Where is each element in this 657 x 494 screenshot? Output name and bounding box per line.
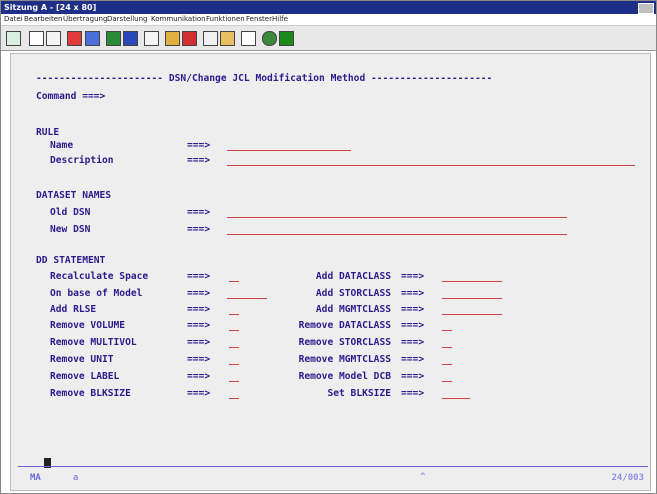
new-dsn-input[interactable] [227,234,567,235]
dd-right-arrow: ===> [401,337,425,348]
dd-right-arrow: ===> [401,288,425,299]
display-icon[interactable] [6,31,21,46]
menu-funktionen[interactable]: Funktionen [206,14,245,25]
menu-darstellung[interactable]: Darstellung [107,14,147,25]
dd-left-label: Remove MULTIVOL [50,337,137,348]
name-arrow: ===> [187,140,211,151]
command-label: Command ===> [36,91,106,102]
description-arrow: ===> [187,155,211,166]
title-bar: Sitzung A - [24 x 80] [1,1,656,14]
new-dsn-label: New DSN [50,224,91,235]
send-icon[interactable] [67,31,82,46]
set-blksize-input[interactable] [442,398,470,399]
menu-datei[interactable]: Datei [4,14,23,25]
dd-left-label: Remove VOLUME [50,320,126,331]
description-input[interactable] [227,165,635,166]
recalculate-space-input[interactable] [229,281,239,282]
old-dsn-label: Old DSN [50,207,91,218]
description-label: Description [50,155,114,166]
dd-right-arrow: ===> [401,320,425,331]
dd-right-arrow: ===> [401,388,425,399]
dd-right-arrow: ===> [401,371,425,382]
dd-left-arrow: ===> [187,271,211,282]
remove-mgmtclass-input[interactable] [442,364,452,365]
macro-icon[interactable] [106,31,121,46]
name-label: Name [50,140,74,151]
menu-kommunikation[interactable]: Kommunikation [151,14,206,25]
remove-dataclass-input[interactable] [442,330,452,331]
caret-up-icon: ^ [420,472,426,482]
dd-left-arrow: ===> [187,371,211,382]
open-icon[interactable] [220,31,235,46]
dd-left-arrow: ===> [187,388,211,399]
remove-blksize-input[interactable] [229,398,239,399]
dd-left-label: Remove LABEL [50,371,120,382]
dd-left-label: On base of Model [50,288,143,299]
script-icon[interactable] [203,31,218,46]
dd-left-label: Recalculate Space [50,271,149,282]
dd-left-arrow: ===> [187,320,211,331]
receive-icon[interactable] [85,31,100,46]
menu-uebertragung[interactable]: Übertragung [63,14,107,25]
model-input[interactable] [227,298,267,299]
old-dsn-arrow: ===> [187,207,211,218]
dd-left-arrow: ===> [187,354,211,365]
add-mgmtclass-input[interactable] [442,314,502,315]
add-dataclass-input[interactable] [442,281,502,282]
remove-storclass-input[interactable] [442,347,452,348]
window-controls[interactable] [638,3,654,14]
dd-right-arrow: ===> [401,354,425,365]
dd-left-arrow: ===> [187,288,211,299]
dd-left-arrow: ===> [187,304,211,315]
add-storclass-input[interactable] [442,298,502,299]
menu-bar: Datei Bearbeiten Übertragung Darstellung… [1,14,656,26]
copy-icon[interactable] [29,31,44,46]
document-icon[interactable] [241,31,256,46]
toolbar [1,26,656,51]
session-icon[interactable] [279,31,294,46]
menu-bearbeiten[interactable]: Bearbeiten [24,14,62,25]
dd-right-label: Add DATACLASS [315,271,391,282]
paste-icon[interactable] [46,31,61,46]
dd-left-arrow: ===> [187,337,211,348]
status-mode: MA [30,473,41,483]
status-divider [18,466,648,467]
status-bar: MA a ^ 24/003 [18,471,648,487]
dd-right-arrow: ===> [401,271,425,282]
dd-right-label: Add MGMTCLASS [315,304,391,315]
terminal-screen[interactable]: ---------------------- DSN/Change JCL Mo… [10,53,651,491]
print-icon[interactable] [144,31,159,46]
menu-hilfe[interactable]: Hilfe [272,14,288,25]
new-dsn-arrow: ===> [187,224,211,235]
status-position: 24/003 [611,473,644,483]
dd-right-label: Remove DATACLASS [298,320,391,331]
dd-right-label: Remove STORCLASS [298,337,391,348]
dd-left-label: Remove BLKSIZE [50,388,131,399]
name-input[interactable] [227,150,351,151]
add-rlse-input[interactable] [229,314,239,315]
status-session: a [73,473,79,483]
emulator-window: Sitzung A - [24 x 80] Datei Bearbeiten Ü… [0,0,657,494]
globe-icon[interactable] [262,31,277,46]
remove-model-dcb-input[interactable] [442,381,452,382]
dd-right-label: Remove Model DCB [298,371,391,382]
dd-title: DD STATEMENT [36,255,106,266]
folder-icon[interactable] [165,31,180,46]
datasets-title: DATASET NAMES [36,190,112,201]
dd-right-label: Add STORCLASS [315,288,391,299]
menu-fenster[interactable]: Fenster [246,14,272,25]
dd-right-label: Remove MGMTCLASS [298,354,391,365]
dd-right-label: Set BLKSIZE [327,388,391,399]
dd-right-arrow: ===> [401,304,425,315]
old-dsn-input[interactable] [227,217,567,218]
rule-title: RULE [36,127,60,138]
window-title: Sitzung A - [24 x 80] [4,3,97,12]
play-icon[interactable] [123,31,138,46]
record-icon[interactable] [182,31,197,46]
screen-header: ---------------------- DSN/Change JCL Mo… [36,73,493,84]
dd-left-label: Remove UNIT [50,354,114,365]
dd-left-label: Add RLSE [50,304,97,315]
